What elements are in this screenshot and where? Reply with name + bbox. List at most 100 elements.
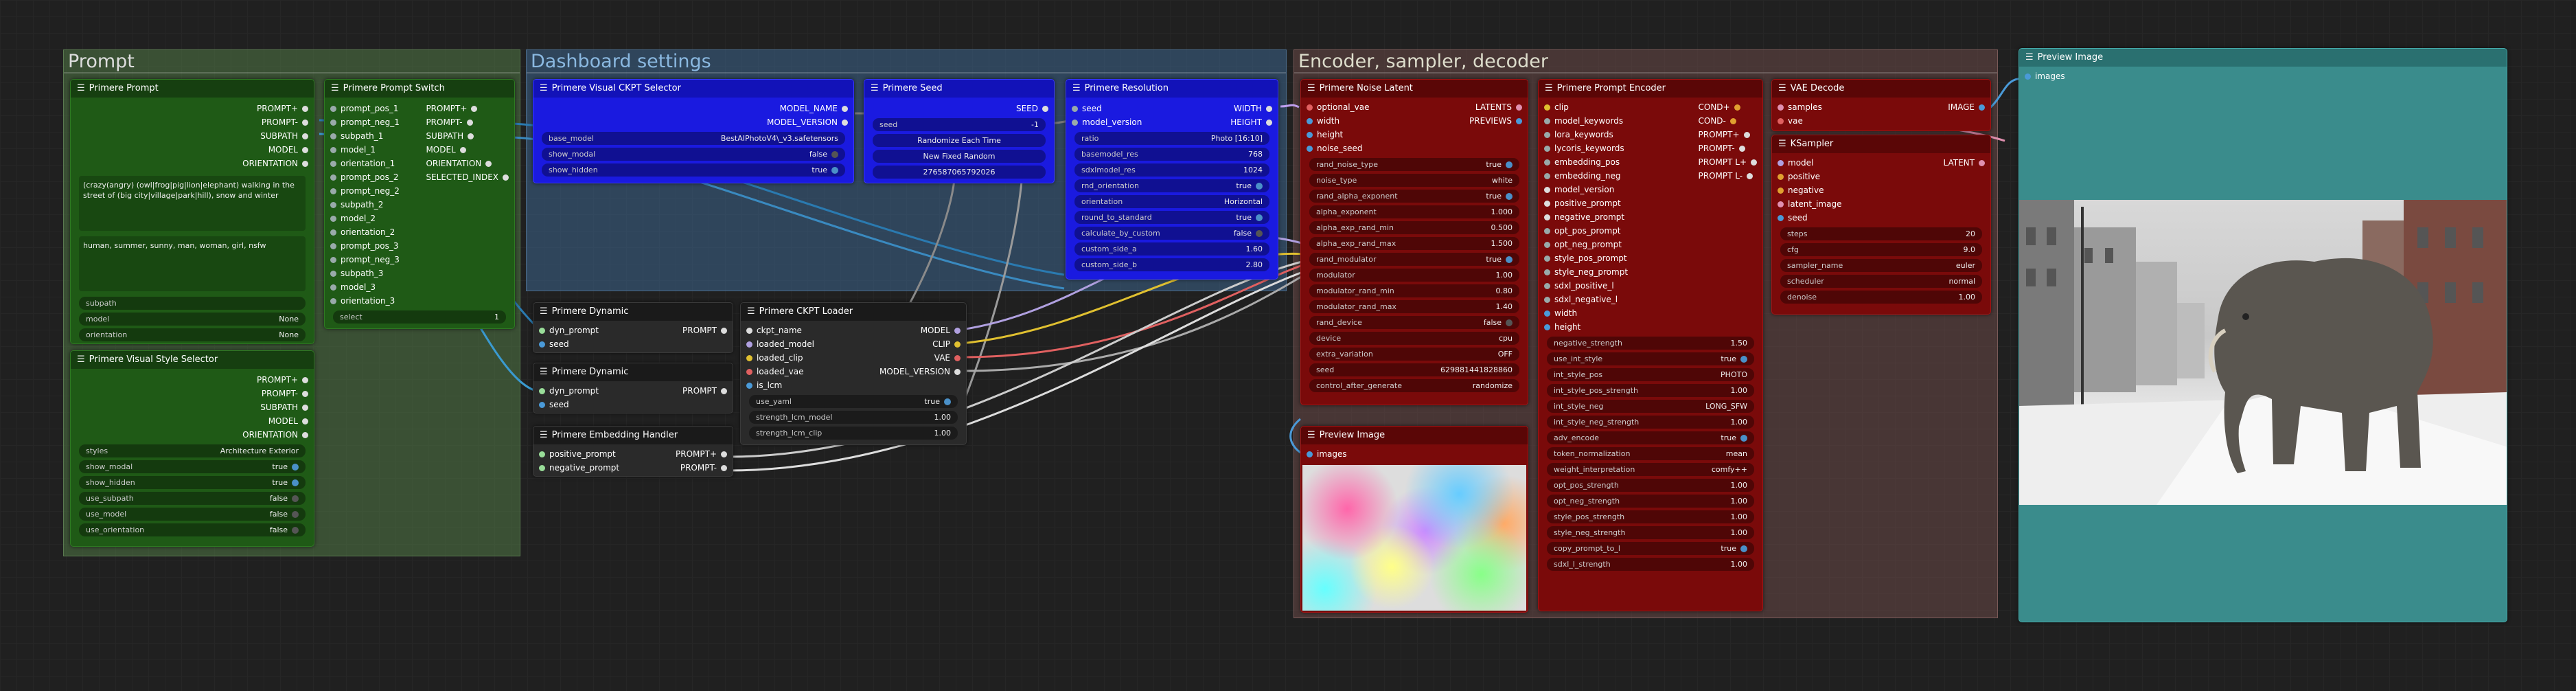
- input-row[interactable]: orientation_1: [325, 157, 405, 170]
- output-socket[interactable]: [1266, 119, 1272, 126]
- node-title-bar[interactable]: ☰ Preview Image: [1301, 427, 1528, 444]
- node-title-bar[interactable]: ☰ Primere Dynamic: [533, 303, 733, 321]
- widget-noise-type[interactable]: noise_type white: [1309, 174, 1519, 187]
- node-vae-decode[interactable]: ☰ VAE Decode samples IMAGE vae: [1771, 79, 1991, 131]
- input-row[interactable]: style_pos_prompt: [1539, 251, 1633, 265]
- randomize-each-time-button[interactable]: Randomize Each Time: [873, 134, 1046, 147]
- node-title-bar[interactable]: ☰ Primere Prompt Switch: [325, 80, 514, 98]
- input-socket[interactable]: [330, 215, 336, 222]
- input-row[interactable]: model_version: [1539, 183, 1633, 196]
- widget-int-style-neg[interactable]: int_style_neg LONG_SFW: [1547, 400, 1754, 413]
- menu-icon[interactable]: ☰: [747, 303, 755, 321]
- node-primere-prompt[interactable]: ☰ Primere Prompt PROMPT+ PROMPT- SUBPATH …: [70, 79, 314, 344]
- input-socket[interactable]: [539, 401, 545, 408]
- input-socket[interactable]: [330, 256, 336, 263]
- input-row[interactable]: width: [1539, 306, 1633, 320]
- output-row[interactable]: COND+: [1693, 100, 1763, 114]
- input-socket[interactable]: [1778, 187, 1784, 194]
- input-socket[interactable]: [1544, 200, 1550, 207]
- input-socket[interactable]: [330, 297, 336, 304]
- node-title-bar[interactable]: ☰ Primere Visual Style Selector: [71, 351, 314, 369]
- input-row[interactable]: model_keywords: [1539, 114, 1633, 128]
- input-socket[interactable]: [330, 105, 336, 112]
- node-preview-image[interactable]: ☰ Preview Image images: [2019, 48, 2507, 622]
- output-row[interactable]: ORIENTATION: [420, 157, 514, 170]
- input-socket[interactable]: [330, 270, 336, 277]
- node-ckpt-selector[interactable]: ☰ Primere Visual CKPT Selector MODEL_NAME…: [533, 79, 854, 183]
- input-row[interactable]: height: [1301, 128, 1528, 141]
- input-row[interactable]: subpath_2: [325, 198, 405, 212]
- input-row[interactable]: orientation_3: [325, 294, 405, 308]
- input-socket[interactable]: [539, 387, 545, 394]
- output-row[interactable]: SUBPATH: [71, 400, 314, 414]
- input-socket[interactable]: [330, 229, 336, 236]
- input-socket[interactable]: [539, 451, 545, 457]
- negative-prompt-textarea[interactable]: human, summer, sunny, man, woman, girl, …: [79, 236, 306, 291]
- menu-icon[interactable]: ☰: [1778, 80, 1786, 98]
- node-noise-latent[interactable]: ☰ Primere Noise Latent optional_vae LATENT…: [1300, 79, 1528, 405]
- output-socket[interactable]: [1516, 117, 1522, 124]
- widget-adv-encode[interactable]: adv_encode true: [1547, 431, 1754, 444]
- input-socket[interactable]: [746, 354, 752, 361]
- node-title-bar[interactable]: ☰ Primere CKPT Loader: [741, 303, 966, 321]
- node-title-bar[interactable]: ☰ Primere Dynamic: [533, 363, 733, 381]
- output-row[interactable]: MODEL: [71, 414, 314, 428]
- menu-icon[interactable]: ☰: [540, 303, 548, 321]
- output-socket[interactable]: [1729, 117, 1736, 124]
- input-row[interactable]: seed: [1772, 211, 1990, 225]
- menu-icon[interactable]: ☰: [540, 80, 548, 98]
- output-socket[interactable]: [302, 105, 308, 112]
- output-row[interactable]: PROMPT L+: [1693, 155, 1763, 169]
- widget-use-int-style[interactable]: use_int_style true: [1547, 352, 1754, 365]
- input-socket[interactable]: [1307, 117, 1313, 124]
- widget-negative-strength[interactable]: negative_strength 1.50: [1547, 337, 1754, 350]
- widget-show-modal[interactable]: show_modal false: [542, 148, 845, 161]
- new-fixed-random-button[interactable]: New Fixed Random: [873, 150, 1046, 163]
- output-socket[interactable]: [302, 160, 308, 167]
- output-row[interactable]: COND-: [1693, 114, 1763, 128]
- widget-rnd-orientation[interactable]: rnd_orientation true: [1074, 179, 1269, 192]
- node-title-bar[interactable]: ☰ Primere Resolution: [1066, 80, 1278, 98]
- input-socket[interactable]: [1072, 105, 1078, 112]
- widget-int-style-pos[interactable]: int_style_pos PHOTO: [1547, 368, 1754, 381]
- io-row[interactable]: samples IMAGE: [1772, 100, 1990, 114]
- input-row[interactable]: model_1: [325, 143, 405, 157]
- output-socket[interactable]: [302, 376, 308, 383]
- input-row[interactable]: model_2: [325, 212, 405, 225]
- widget-seed[interactable]: seed 629881441828860: [1309, 363, 1519, 376]
- widget-extra-variation[interactable]: extra_variation OFF: [1309, 348, 1519, 361]
- menu-icon[interactable]: ☰: [540, 363, 548, 381]
- input-row[interactable]: subpath_3: [325, 267, 405, 280]
- io-row[interactable]: negative_prompt PROMPT-: [533, 461, 733, 475]
- widget-opt-neg-strength[interactable]: opt_neg_strength 1.00: [1547, 495, 1754, 508]
- io-row[interactable]: loaded_model CLIP: [741, 337, 966, 351]
- menu-icon[interactable]: ☰: [1307, 427, 1315, 444]
- widget-select[interactable]: select 1: [333, 310, 506, 324]
- input-row[interactable]: vae: [1772, 114, 1990, 128]
- output-row[interactable]: PROMPT+: [420, 102, 514, 115]
- menu-icon[interactable]: ☰: [540, 427, 548, 444]
- widget-subpath[interactable]: subpath: [79, 297, 306, 310]
- widget-orientation[interactable]: orientation None: [79, 328, 306, 341]
- input-socket[interactable]: [330, 160, 336, 167]
- input-socket[interactable]: [539, 327, 545, 334]
- input-socket[interactable]: [1544, 172, 1550, 179]
- output-row[interactable]: PROMPT L-: [1693, 169, 1763, 183]
- input-row[interactable]: images: [2019, 69, 2507, 83]
- widget-steps[interactable]: steps 20: [1780, 227, 1982, 240]
- output-socket[interactable]: [471, 105, 478, 112]
- io-row[interactable]: model_version HEIGHT: [1066, 115, 1278, 129]
- input-row[interactable]: lora_keywords: [1539, 128, 1633, 141]
- node-visual-style-selector[interactable]: ☰ Primere Visual Style Selector PROMPT+ P…: [70, 350, 314, 547]
- widget-seed[interactable]: seed -1: [873, 118, 1046, 131]
- output-socket[interactable]: [1516, 104, 1522, 111]
- output-socket[interactable]: [721, 387, 727, 394]
- input-row[interactable]: latent_image: [1772, 197, 1990, 211]
- input-socket[interactable]: [1778, 117, 1784, 124]
- io-row[interactable]: dyn_prompt PROMPT: [533, 324, 733, 337]
- input-socket[interactable]: [746, 341, 752, 348]
- input-socket[interactable]: [746, 382, 752, 389]
- node-resolution[interactable]: ☰ Primere Resolution seed WIDTH model_vers…: [1066, 79, 1278, 280]
- input-socket[interactable]: [1544, 255, 1550, 262]
- input-row[interactable]: embedding_pos: [1539, 155, 1633, 169]
